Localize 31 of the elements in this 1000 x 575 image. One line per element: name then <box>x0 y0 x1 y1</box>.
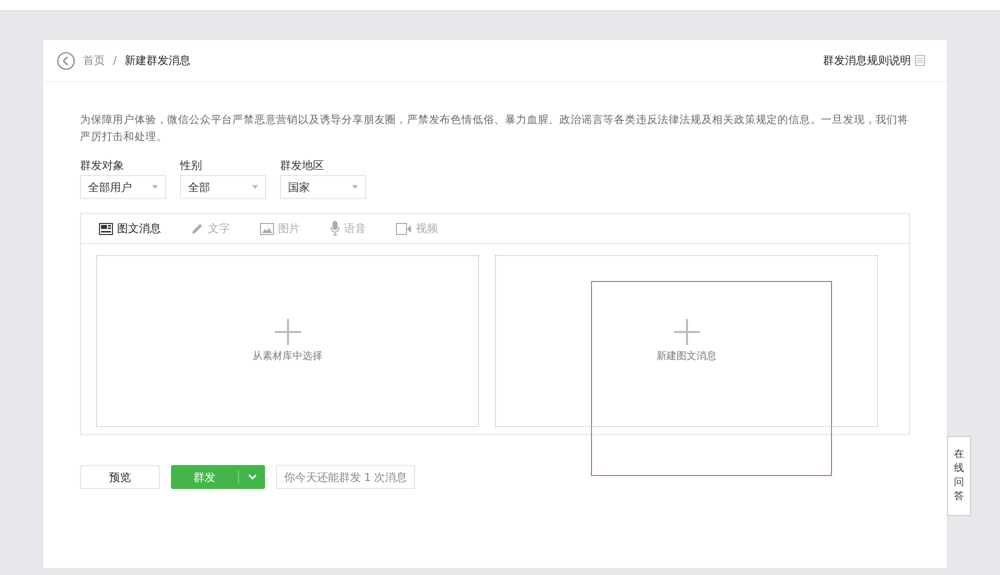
chevron-down-icon <box>248 474 256 480</box>
video-camera-icon <box>396 222 412 234</box>
add-card[interactable]: 从素材库中选择 <box>96 255 479 427</box>
preview-button[interactable]: 预览 <box>80 465 160 489</box>
select-field[interactable]: 全部用户 <box>80 175 166 199</box>
microphone-icon <box>330 221 340 236</box>
select-field[interactable]: 国家 <box>280 175 366 199</box>
back-icon[interactable] <box>57 52 75 70</box>
message-type-tab[interactable]: 视频 <box>396 221 438 236</box>
article-icon <box>99 222 113 234</box>
plus-icon <box>274 319 300 345</box>
pencil-icon <box>191 222 204 235</box>
breadcrumb-link[interactable]: 首页 <box>83 53 105 68</box>
breadcrumb-separator: / <box>113 54 117 67</box>
send-button[interactable]: 群发 <box>171 470 239 484</box>
notice-text: 为保障用户体验，微信公众平台严禁恶意营销以及诱导分享朋友圈，严禁发布色情低俗、暴力血腥、政治谣言等各类违反法律法规及相关政策规定的信息。一旦发现，我们将严厉打击和处理。 <box>80 113 910 145</box>
rules-link[interactable]: 群发消息规则说明 <box>823 53 911 68</box>
message-type-tab[interactable]: 图文消息 <box>99 221 161 236</box>
plus-icon <box>674 319 700 345</box>
add-label: 新建图文消息 <box>656 350 716 363</box>
document-icon[interactable] <box>915 55 925 66</box>
image-icon <box>260 222 274 234</box>
filter-label: 群发对象 <box>80 158 125 173</box>
breadcrumb-current: 新建群发消息 <box>124 53 191 68</box>
filter-label: 性别 <box>180 158 203 173</box>
quota-text: 你今天还能群发 1 次消息 <box>276 465 415 489</box>
select-field[interactable]: 全部 <box>180 175 266 199</box>
side-tab[interactable]: 在线问答 <box>947 436 971 516</box>
filter-label: 群发地区 <box>280 158 325 173</box>
add-card[interactable]: 新建图文消息 <box>495 255 878 427</box>
add-label: 从素材库中选择 <box>252 350 322 363</box>
